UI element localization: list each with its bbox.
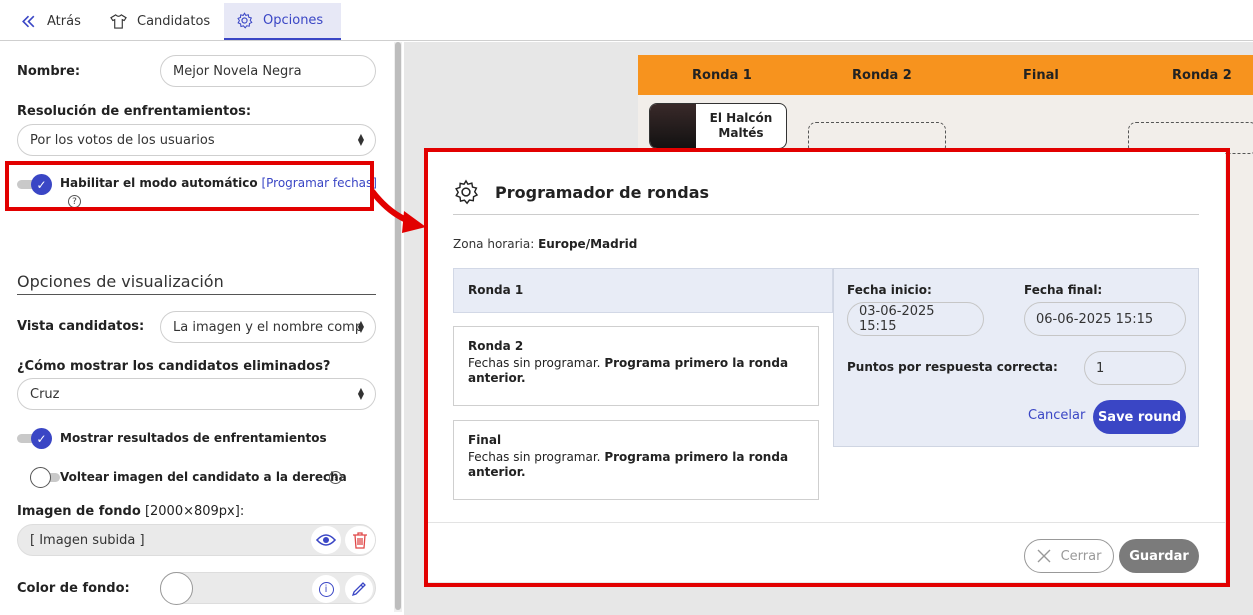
tab-candidates[interactable]: Candidatos <box>98 3 222 40</box>
show-results-label: Mostrar resultados de enfrentamientos <box>60 431 327 445</box>
candidate-image <box>650 104 696 148</box>
gear-icon <box>237 12 253 29</box>
bg-image-row: Imagen de fondo [2000×809px]: <box>17 504 244 519</box>
resolution-value: Por los votos de los usuarios <box>30 132 215 148</box>
select-arrows-icon: ▲ ▼ <box>357 386 364 401</box>
tab-candidates-label: Candidatos <box>137 14 211 29</box>
tab-back[interactable]: Atrás <box>8 3 93 40</box>
name-input[interactable]: Mejor Novela Negra <box>160 55 376 87</box>
select-arrows-icon: ▲ ▼ <box>357 319 364 334</box>
left-scrollbar[interactable] <box>394 42 402 612</box>
bracket-round-header: Ronda 1 <box>692 67 752 83</box>
info-button[interactable]: i <box>312 575 340 603</box>
highlight-box <box>5 161 374 211</box>
bracket-round-header: Final <box>1023 67 1059 83</box>
flip-image-toggle[interactable] <box>30 467 64 489</box>
resolution-select[interactable]: Por los votos de los usuarios ▲ ▼ <box>17 124 376 156</box>
bracket-round-header: Ronda 2 <box>852 67 912 83</box>
double-chevron-left-icon <box>22 15 35 28</box>
section-divider <box>17 294 376 295</box>
bg-image-label: Imagen de fondo <box>17 504 141 519</box>
eliminated-label: ¿Cómo mostrar los candidatos eliminados? <box>17 359 331 374</box>
scrollbar-thumb[interactable] <box>395 42 401 610</box>
info-icon: i <box>318 581 334 597</box>
highlight-box <box>424 148 1230 587</box>
bg-image-size: [2000×809px]: <box>144 504 245 519</box>
view-select[interactable]: La imagen y el nombre comp ▲ ▼ <box>160 311 376 343</box>
bg-image-value: [ Imagen subida ] <box>30 532 145 548</box>
display-section-title: Opciones de visualización <box>17 272 224 291</box>
bg-color-label: Color de fondo: <box>17 581 130 596</box>
view-value: La imagen y el nombre comp <box>173 319 364 335</box>
check-icon: ✓ <box>31 428 52 449</box>
flip-image-label: Voltear imagen del candidato a la derech… <box>60 470 347 484</box>
resolution-label: Resolución de enfrentamientos: <box>17 104 252 119</box>
bracket-header: Ronda 1 Ronda 2 Final Ronda 2 <box>638 55 1253 95</box>
bracket-round-header: Ronda 2 <box>1172 67 1232 83</box>
eliminated-value: Cruz <box>30 386 60 402</box>
select-arrows-icon: ▲ ▼ <box>357 132 364 147</box>
eye-icon <box>316 534 336 546</box>
tab-options[interactable]: Opciones <box>224 3 341 40</box>
shirt-icon <box>110 14 127 29</box>
tab-back-label: Atrás <box>47 14 81 29</box>
view-image-button[interactable] <box>311 526 341 554</box>
help-icon[interactable]: ? <box>329 471 342 484</box>
candidate-card[interactable]: El Halcón Maltés <box>649 103 787 149</box>
eyedropper-icon <box>351 582 366 597</box>
view-label: Vista candidatos: <box>17 319 145 334</box>
color-swatch[interactable] <box>160 572 193 605</box>
trash-icon <box>353 532 367 549</box>
tab-options-label: Opciones <box>263 13 324 28</box>
pointer-arrow-icon <box>370 189 426 233</box>
candidate-name: El Halcón Maltés <box>709 111 773 140</box>
name-label: Nombre: <box>17 64 81 79</box>
show-results-toggle[interactable]: ✓ <box>17 428 52 450</box>
color-picker-button[interactable] <box>345 575 373 603</box>
tab-bar: Atrás Candidatos Opciones <box>0 0 1253 41</box>
eliminated-select[interactable]: Cruz ▲ ▼ <box>17 378 376 410</box>
delete-image-button[interactable] <box>345 526 375 554</box>
